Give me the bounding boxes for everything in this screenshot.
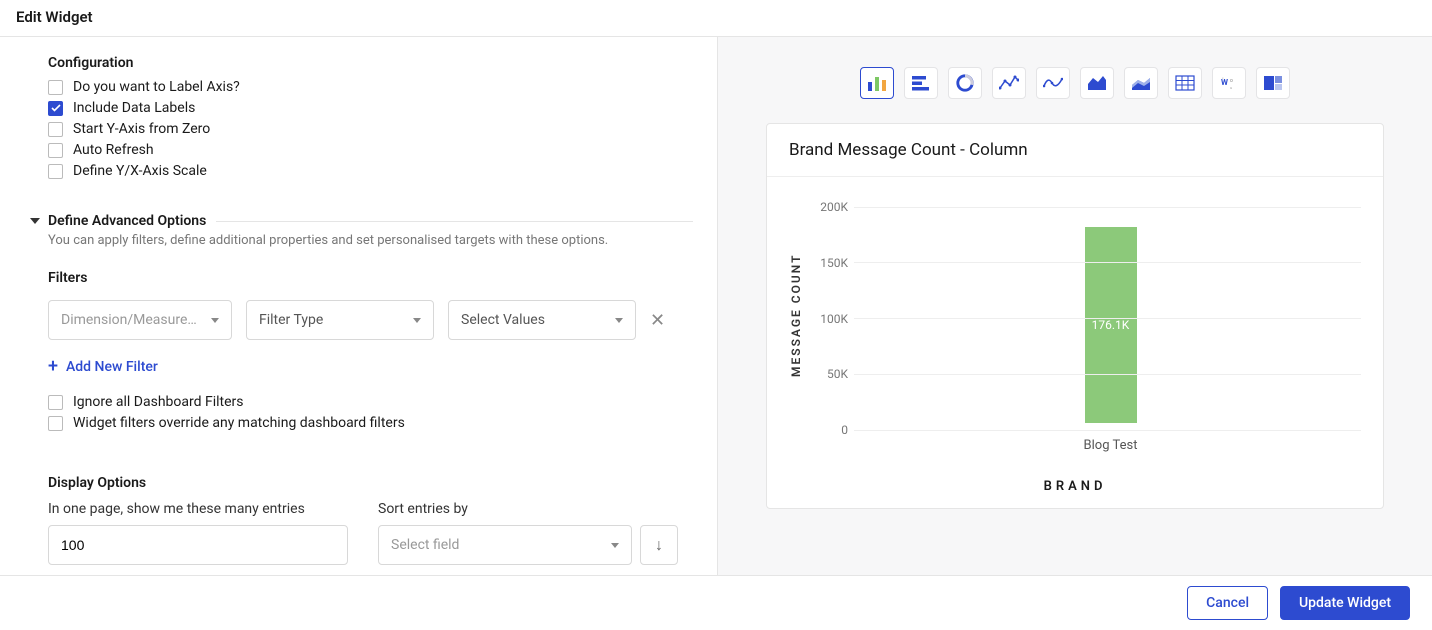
config-label-1: Include Data Labels <box>73 100 195 116</box>
chart-type-table[interactable] <box>1168 67 1202 99</box>
chevron-down-icon[interactable] <box>30 218 40 224</box>
filter-values-select[interactable]: Select Values <box>448 300 636 340</box>
filter-values-placeholder: Select Values <box>461 312 545 328</box>
divider <box>216 221 693 222</box>
chart-type-spline[interactable] <box>1036 67 1070 99</box>
sort-label: Sort entries by <box>378 501 678 517</box>
config-checkbox-3[interactable] <box>48 143 63 158</box>
chart-type-area[interactable] <box>1080 67 1114 99</box>
ignore-dashboard-filters-checkbox[interactable] <box>48 395 63 410</box>
preview-title: Brand Message Count - Column <box>767 124 1383 177</box>
display-heading: Display Options <box>48 475 693 491</box>
chart-type-treemap[interactable] <box>1256 67 1290 99</box>
add-filter-button[interactable]: + Add New Filter <box>48 358 693 376</box>
chevron-down-icon <box>615 318 623 323</box>
config-checkbox-1[interactable] <box>48 101 63 116</box>
chart-type-stacked-area[interactable] <box>1124 67 1158 99</box>
plus-icon: + <box>48 358 58 376</box>
chart-type-word-cloud[interactable]: Wouc <box>1212 67 1246 99</box>
filter-type-select[interactable]: Filter Type <box>246 300 434 340</box>
x-category-label: Blog Test <box>860 438 1361 453</box>
gridline <box>854 430 1361 431</box>
gridline <box>854 207 1361 208</box>
config-panel: Configuration Do you want to Label Axis?… <box>0 37 718 575</box>
svg-text:o: o <box>1230 78 1233 84</box>
config-label-4: Define Y/X-Axis Scale <box>73 163 207 179</box>
config-label-2: Start Y-Axis from Zero <box>73 121 210 137</box>
chart-type-donut[interactable] <box>948 67 982 99</box>
x-axis-label: BRAND <box>767 479 1383 508</box>
config-label-0: Do you want to Label Axis? <box>73 79 240 95</box>
override-filters-label: Widget filters override any matching das… <box>73 415 405 431</box>
y-tick-label: 200K <box>810 200 854 214</box>
chevron-down-icon <box>211 318 219 323</box>
entries-label: In one page, show me these many entries <box>48 501 348 517</box>
chart-type-bar-horizontal[interactable] <box>904 67 938 99</box>
chevron-down-icon <box>413 318 421 323</box>
chart-type-column[interactable] <box>860 67 894 99</box>
gridline <box>854 318 1361 319</box>
gridline <box>854 374 1361 375</box>
ignore-filters-label: Ignore all Dashboard Filters <box>73 394 244 410</box>
y-tick-label: 100K <box>810 312 854 326</box>
advanced-description: You can apply filters, define additional… <box>48 233 693 248</box>
config-label-3: Auto Refresh <box>73 142 154 158</box>
y-tick-label: 50K <box>810 367 854 381</box>
y-tick-label: 150K <box>810 256 854 270</box>
svg-text:u: u <box>1230 85 1232 90</box>
sort-direction-button[interactable]: ↓ <box>640 525 678 565</box>
chart-preview-card: Brand Message Count - Column MESSAGE COU… <box>766 123 1384 509</box>
entries-input[interactable] <box>48 525 348 565</box>
config-checkbox-4[interactable] <box>48 164 63 179</box>
y-axis-label: MESSAGE COUNT <box>789 195 803 435</box>
filter-dimension-select[interactable]: Dimension/Measurement <box>48 300 232 340</box>
remove-filter-icon[interactable]: ✕ <box>650 310 665 331</box>
advanced-heading: Define Advanced Options <box>48 213 206 229</box>
y-tick-label: 0 <box>810 423 854 437</box>
cancel-button[interactable]: Cancel <box>1187 586 1268 620</box>
config-checkbox-0[interactable] <box>48 80 63 95</box>
config-checkbox-2[interactable] <box>48 122 63 137</box>
filter-dimension-placeholder: Dimension/Measurement <box>61 312 205 328</box>
configuration-heading: Configuration <box>48 55 693 71</box>
dialog-title: Edit Widget <box>0 0 1432 37</box>
filter-type-placeholder: Filter Type <box>259 312 323 328</box>
chevron-down-icon <box>611 543 619 548</box>
override-dashboard-filters-checkbox[interactable] <box>48 416 63 431</box>
arrow-down-icon: ↓ <box>655 535 663 555</box>
sort-field-select[interactable]: Select field <box>378 525 632 565</box>
gridline <box>854 262 1361 263</box>
preview-panel: Wouc Brand Message Count - Column MESSAG… <box>718 37 1432 575</box>
add-filter-label: Add New Filter <box>66 359 158 375</box>
sort-placeholder: Select field <box>391 537 459 553</box>
filters-heading: Filters <box>48 270 693 286</box>
update-widget-button[interactable]: Update Widget <box>1280 586 1410 620</box>
chart-type-line[interactable] <box>992 67 1026 99</box>
